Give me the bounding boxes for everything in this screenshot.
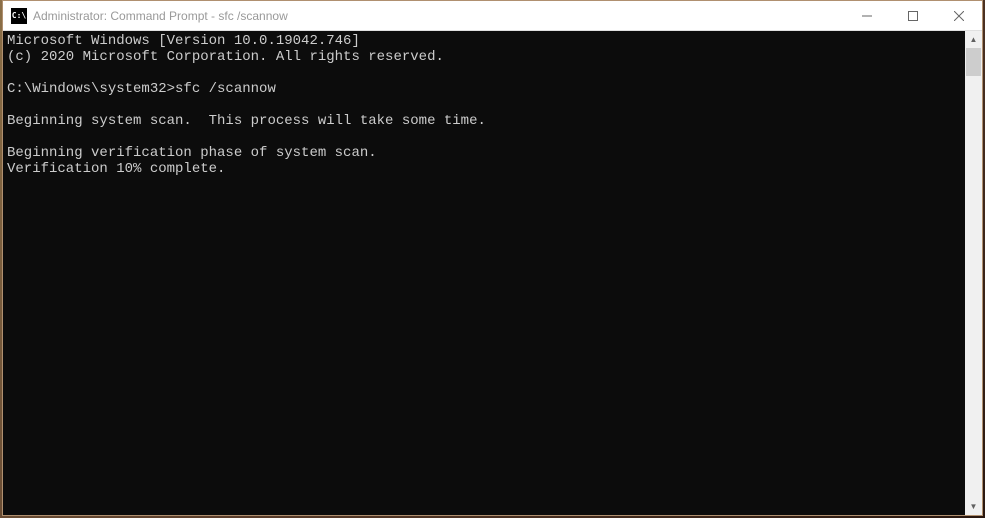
close-button[interactable] bbox=[936, 1, 982, 30]
scroll-down-arrow-icon[interactable]: ▼ bbox=[965, 498, 982, 515]
window-title: Administrator: Command Prompt - sfc /sca… bbox=[33, 9, 844, 23]
maximize-button[interactable] bbox=[890, 1, 936, 30]
minimize-button[interactable] bbox=[844, 1, 890, 30]
console-output[interactable]: Microsoft Windows [Version 10.0.19042.74… bbox=[3, 31, 965, 515]
window-controls bbox=[844, 1, 982, 30]
command-prompt-window: C:\ Administrator: Command Prompt - sfc … bbox=[2, 0, 983, 516]
scrollbar-thumb[interactable] bbox=[966, 48, 981, 76]
cmd-icon: C:\ bbox=[11, 8, 27, 24]
scroll-up-arrow-icon[interactable]: ▲ bbox=[965, 31, 982, 48]
console-area: Microsoft Windows [Version 10.0.19042.74… bbox=[3, 31, 982, 515]
vertical-scrollbar[interactable]: ▲ ▼ bbox=[965, 31, 982, 515]
titlebar[interactable]: C:\ Administrator: Command Prompt - sfc … bbox=[3, 1, 982, 31]
